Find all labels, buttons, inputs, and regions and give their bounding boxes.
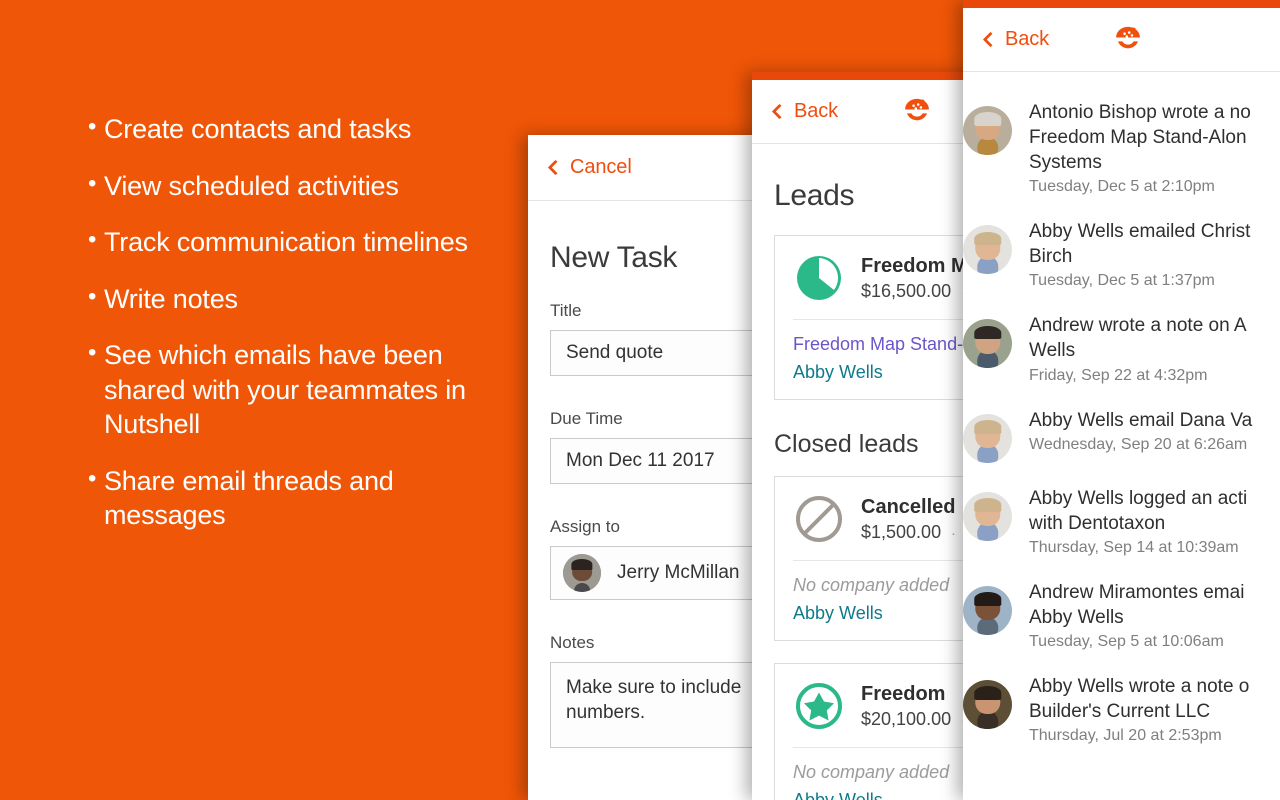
bullet-marker: • bbox=[88, 282, 97, 310]
activity-timestamp: Wednesday, Sep 20 at 6:26am bbox=[1029, 435, 1248, 453]
lead-name: Cancelled bbox=[861, 495, 956, 518]
marketing-bullet-list: • Create contacts and tasks • View sched… bbox=[88, 112, 518, 555]
cancelled-icon bbox=[793, 493, 845, 545]
lead-amount: $20,100.00 bbox=[861, 708, 952, 729]
status-bar bbox=[963, 0, 1280, 8]
activity-content: Antonio Bishop wrote a no Freedom Map St… bbox=[1029, 100, 1280, 196]
activity-content: Abby Wells logged an acti with Dentotaxo… bbox=[1029, 486, 1280, 557]
bullet-text: Create contacts and tasks bbox=[104, 114, 412, 144]
bullet-text: Write notes bbox=[104, 283, 238, 314]
bullet-text: View scheduled activities bbox=[104, 170, 399, 201]
bullet-marker: • bbox=[88, 169, 97, 197]
avatar bbox=[963, 679, 1012, 729]
assign-to-value: Jerry McMillan bbox=[617, 562, 740, 583]
activity-timestamp: Tuesday, Dec 5 at 2:10pm bbox=[1029, 178, 1215, 196]
chevron-left-icon bbox=[771, 103, 788, 120]
nutshell-acorn-logo-icon bbox=[900, 95, 934, 129]
bullet-marker: • bbox=[88, 339, 97, 367]
activity-content: Andrew Miramontes emai Abby Wells Tuesda… bbox=[1029, 580, 1280, 651]
activity-timestamp: Thursday, Sep 14 at 10:39am bbox=[1029, 538, 1239, 556]
chevron-left-icon bbox=[547, 159, 564, 176]
lead-amount: $1,500.00 bbox=[861, 521, 942, 542]
list-item: • Create contacts and tasks bbox=[88, 112, 518, 147]
bullet-marker: • bbox=[88, 113, 97, 140]
navigation-bar: Back bbox=[963, 8, 1280, 72]
avatar bbox=[963, 319, 1012, 369]
activity-feed-screen: Back Antonio Bishop wrote a no Freedom M… bbox=[963, 0, 1280, 800]
activity-timestamp: Friday, Sep 22 at 4:32pm bbox=[1029, 366, 1208, 384]
list-item[interactable]: Andrew wrote a note on A Wells Friday, S… bbox=[963, 313, 1280, 407]
avatar bbox=[563, 554, 601, 592]
activity-content: Andrew wrote a note on A Wells Friday, S… bbox=[1029, 313, 1280, 384]
star-icon bbox=[793, 680, 845, 732]
activity-content: Abby Wells wrote a note o Builder's Curr… bbox=[1029, 674, 1280, 745]
cancel-button[interactable]: Cancel bbox=[547, 156, 632, 179]
back-button[interactable]: Back bbox=[771, 100, 839, 123]
activity-timestamp: Thursday, Jul 20 at 2:53pm bbox=[1029, 727, 1222, 745]
list-item[interactable]: Abby Wells email Dana Va Wednesday, Sep … bbox=[963, 408, 1280, 486]
activity-text: Antonio Bishop wrote a no Freedom Map St… bbox=[1029, 102, 1251, 174]
avatar bbox=[963, 585, 1012, 635]
back-button-label: Back bbox=[794, 100, 839, 122]
lead-name: Freedom bbox=[861, 682, 946, 705]
bullet-marker: • bbox=[88, 464, 97, 492]
list-item[interactable]: Andrew Miramontes emai Abby Wells Tuesda… bbox=[963, 580, 1280, 674]
activity-content: Abby Wells email Dana Va Wednesday, Sep … bbox=[1029, 408, 1280, 454]
activity-list: Antonio Bishop wrote a no Freedom Map St… bbox=[963, 72, 1280, 768]
activity-timestamp: Tuesday, Dec 5 at 1:37pm bbox=[1029, 272, 1215, 290]
avatar bbox=[963, 491, 1012, 541]
lead-amount: $16,500.00 bbox=[861, 280, 952, 301]
cancel-button-label: Cancel bbox=[570, 156, 632, 178]
list-item: • View scheduled activities bbox=[88, 169, 518, 204]
back-button-label: Back bbox=[1005, 28, 1050, 50]
activity-text: Andrew wrote a note on A Wells bbox=[1029, 315, 1247, 362]
nutshell-acorn-logo-icon bbox=[1111, 23, 1145, 57]
activity-text: Andrew Miramontes emai Abby Wells bbox=[1029, 581, 1245, 628]
bullet-marker: • bbox=[88, 226, 97, 254]
activity-content: Abby Wells emailed Christ Birch Tuesday,… bbox=[1029, 219, 1280, 290]
avatar bbox=[963, 413, 1012, 463]
activity-text: Abby Wells email Dana Va bbox=[1029, 409, 1253, 431]
avatar bbox=[963, 225, 1012, 275]
list-item[interactable]: Abby Wells emailed Christ Birch Tuesday,… bbox=[963, 219, 1280, 313]
separator: · bbox=[951, 524, 956, 541]
activity-text: Abby Wells wrote a note o Builder's Curr… bbox=[1029, 675, 1250, 722]
pie-chart-icon bbox=[793, 252, 845, 304]
list-item: • Write notes bbox=[88, 282, 518, 317]
back-button[interactable]: Back bbox=[982, 28, 1050, 51]
bullet-text: See which emails have been shared with y… bbox=[104, 340, 466, 440]
list-item: • Share email threads and messages bbox=[88, 464, 518, 533]
bullet-text: Track communication timelines bbox=[104, 227, 468, 258]
activity-text: Abby Wells logged an acti with Dentotaxo… bbox=[1029, 487, 1248, 534]
bullet-text: Share email threads and messages bbox=[104, 465, 394, 531]
activity-text: Abby Wells emailed Christ Birch bbox=[1029, 221, 1251, 268]
list-item: • See which emails have been shared with… bbox=[88, 338, 518, 442]
list-item[interactable]: Abby Wells wrote a note o Builder's Curr… bbox=[963, 674, 1280, 768]
activity-timestamp: Tuesday, Sep 5 at 10:06am bbox=[1029, 632, 1224, 650]
list-item[interactable]: Abby Wells logged an acti with Dentotaxo… bbox=[963, 486, 1280, 580]
list-item[interactable]: Antonio Bishop wrote a no Freedom Map St… bbox=[963, 100, 1280, 219]
avatar bbox=[963, 106, 1012, 155]
list-item: • Track communication timelines bbox=[88, 225, 518, 260]
chevron-left-icon bbox=[982, 31, 999, 48]
